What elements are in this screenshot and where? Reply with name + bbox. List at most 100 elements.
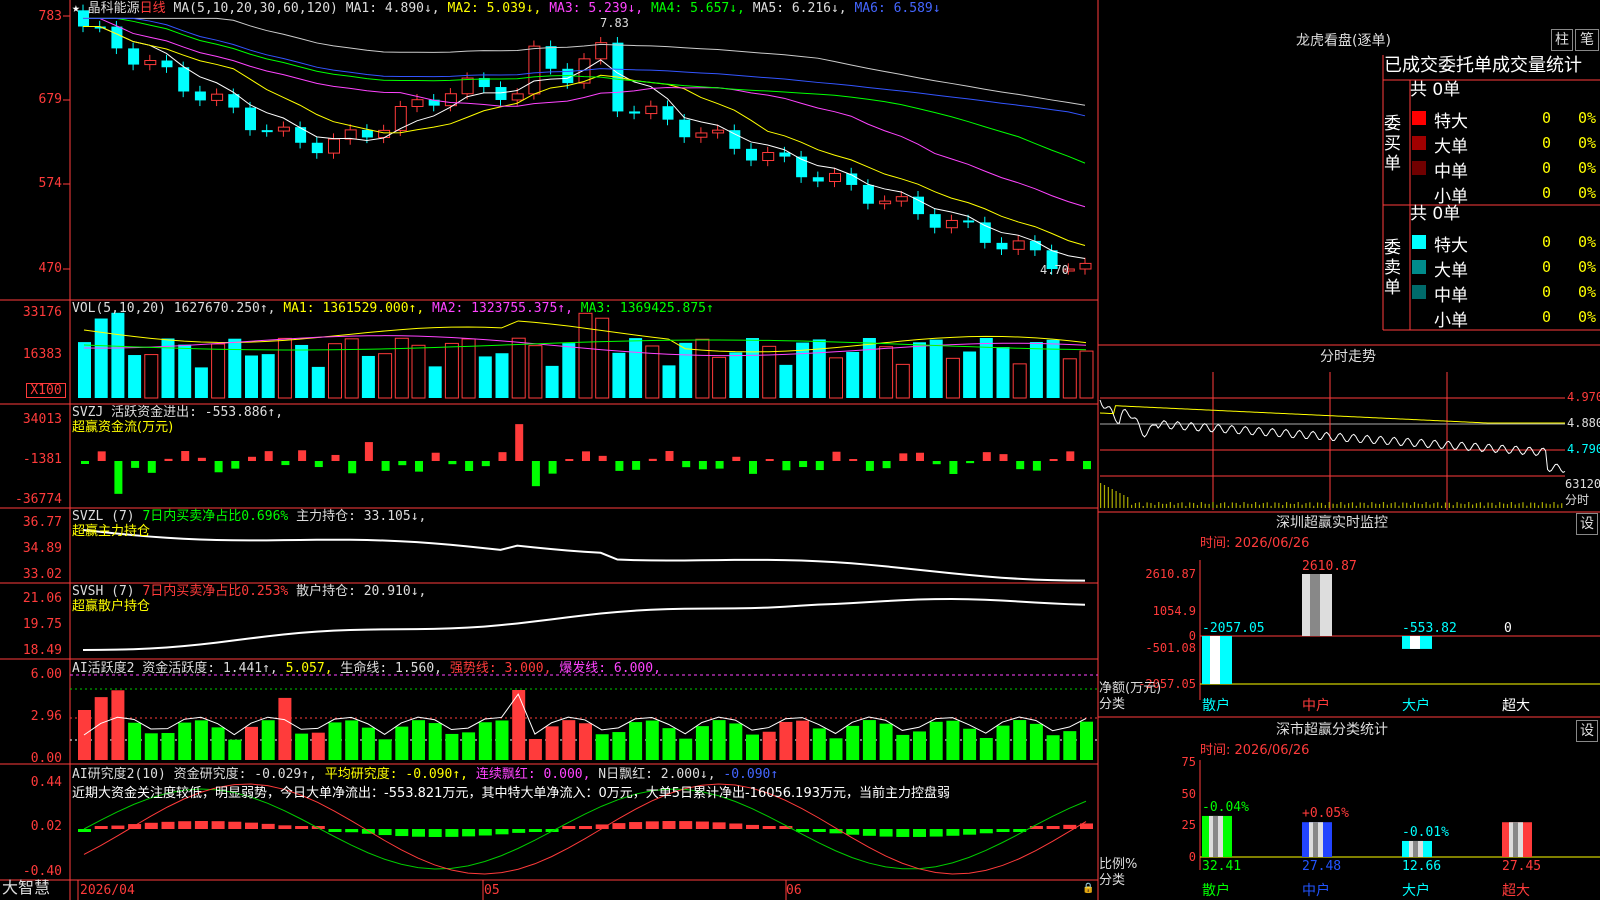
ma2-value: MA2: 5.039↓, bbox=[447, 1, 542, 16]
activity-bar bbox=[963, 728, 977, 760]
intraday-volume-bar bbox=[1410, 505, 1412, 508]
research-bar bbox=[161, 821, 175, 829]
volume-bar bbox=[729, 352, 743, 398]
candle bbox=[662, 106, 674, 120]
svzl-metric: 7日内买卖净占比0.696% bbox=[142, 509, 289, 524]
monitor-axis-label: 1054.9 bbox=[1152, 603, 1196, 618]
candle bbox=[545, 46, 557, 69]
activity-bar bbox=[278, 697, 292, 760]
research-bar bbox=[996, 829, 1010, 832]
order-percent: 0% bbox=[1578, 233, 1597, 251]
order-size-label: 大单 bbox=[1434, 261, 1468, 281]
money-flow-bar bbox=[1032, 461, 1041, 471]
candle bbox=[178, 67, 190, 92]
activity-bar bbox=[812, 728, 826, 760]
intraday-volume-bar bbox=[1274, 502, 1276, 508]
intraday-volume-bar bbox=[1158, 502, 1160, 508]
monitor-settings-button[interactable]: 设 bbox=[1576, 513, 1598, 535]
candle bbox=[295, 127, 307, 143]
vol-def: VOL(5,10,20) bbox=[72, 301, 166, 316]
vol-unit-label: X100 bbox=[26, 383, 66, 398]
favorite-star-icon[interactable]: ★ bbox=[72, 1, 80, 16]
research-bar bbox=[1046, 826, 1060, 829]
intraday-volume-bar bbox=[1107, 487, 1109, 508]
candle bbox=[128, 48, 140, 65]
classify-value-label: 32.41 bbox=[1202, 859, 1242, 874]
kline-chart-canvas[interactable] bbox=[0, 0, 1600, 900]
candle bbox=[361, 129, 373, 138]
intraday-volume-bar bbox=[1475, 503, 1478, 508]
classify-bar-shade bbox=[1213, 815, 1218, 857]
vol-value: 1627670.250↑, bbox=[173, 301, 276, 316]
classify-settings-button[interactable]: 设 bbox=[1576, 720, 1598, 742]
research-bar bbox=[762, 826, 776, 829]
intraday-volume-bar bbox=[1510, 502, 1512, 508]
research-bar bbox=[913, 829, 926, 837]
monitor-xlabel: 分类 bbox=[1099, 697, 1126, 712]
activity-bar bbox=[1080, 721, 1093, 760]
tick-mode-button[interactable]: 笔 bbox=[1575, 29, 1599, 51]
svsh-axis-label: 18.49 bbox=[22, 643, 62, 658]
intraday-volume-bar bbox=[1363, 502, 1365, 508]
svzj-header: SVZJ 活跃资金进出: -553.886↑, bbox=[72, 405, 284, 420]
candle bbox=[211, 93, 224, 101]
intraday-volume-bar bbox=[1344, 504, 1346, 508]
intraday-volume-bar bbox=[1278, 502, 1280, 508]
volume-bar bbox=[679, 342, 693, 398]
research-bar bbox=[512, 829, 526, 833]
volume-bar bbox=[344, 338, 359, 399]
volume-bar bbox=[295, 344, 309, 398]
order-percent: 0% bbox=[1578, 283, 1597, 301]
candle bbox=[895, 196, 908, 202]
money-flow-bar bbox=[765, 459, 774, 461]
activity-bar bbox=[645, 720, 659, 760]
classify-bar-shade bbox=[1513, 822, 1518, 857]
activity-bar bbox=[528, 738, 542, 760]
order-size-label: 特大 bbox=[1434, 112, 1468, 132]
ai-research-v5: -0.090↑ bbox=[723, 767, 779, 782]
intraday-volume-bar bbox=[1216, 504, 1218, 508]
intraday-volume-bar bbox=[1204, 503, 1206, 508]
activity-bar bbox=[478, 722, 492, 760]
money-flow-bar bbox=[749, 461, 757, 474]
activity-bar bbox=[595, 734, 609, 760]
money-flow-bar bbox=[114, 461, 123, 494]
activity-bar bbox=[746, 734, 759, 760]
money-flow-bar bbox=[415, 461, 423, 472]
activity-bar bbox=[729, 723, 743, 760]
money-flow-bar bbox=[782, 461, 791, 471]
activity-bar bbox=[779, 721, 793, 760]
order-row: 特大 0 0% bbox=[1410, 231, 1600, 256]
candle bbox=[228, 94, 240, 108]
bar-mode-button[interactable]: 柱 bbox=[1551, 29, 1573, 51]
money-flow-bar bbox=[515, 424, 524, 461]
volume-bar bbox=[478, 356, 492, 398]
intraday-volume-bar bbox=[1526, 505, 1528, 508]
money-flow-bar bbox=[97, 451, 106, 461]
intraday-volume-bar bbox=[1138, 502, 1140, 508]
volume-bar bbox=[895, 363, 910, 399]
money-flow-bar bbox=[582, 451, 590, 461]
monitor-title: 深圳超赢实时监控 bbox=[1276, 515, 1388, 531]
intraday-volume-bar bbox=[1437, 502, 1439, 508]
volume-bar bbox=[913, 342, 926, 398]
monitor-bar-shade bbox=[1410, 636, 1420, 649]
research-bar bbox=[946, 829, 960, 836]
lock-icon[interactable]: 🔒 bbox=[1082, 884, 1094, 894]
candle bbox=[779, 152, 791, 157]
volume-bar bbox=[111, 312, 125, 398]
candle bbox=[629, 111, 641, 114]
classify-axis-label: 0 bbox=[1188, 850, 1196, 864]
price-axis-label: 679 bbox=[38, 92, 62, 107]
sell-orders-label: 委卖单 bbox=[1384, 238, 1401, 298]
order-size-label: 小单 bbox=[1434, 311, 1468, 331]
order-row: 小单 0 0% bbox=[1410, 306, 1600, 331]
intraday-volume-bar bbox=[1142, 505, 1144, 508]
period-label[interactable]: 日线 bbox=[140, 1, 166, 16]
activity-bar bbox=[996, 725, 1010, 760]
price-axis-label: 783 bbox=[38, 9, 62, 24]
money-flow-bar bbox=[615, 461, 624, 471]
money-flow-bar bbox=[348, 461, 357, 474]
intraday-volume-bar bbox=[1456, 502, 1458, 508]
intraday-volume-bar bbox=[1495, 505, 1497, 508]
